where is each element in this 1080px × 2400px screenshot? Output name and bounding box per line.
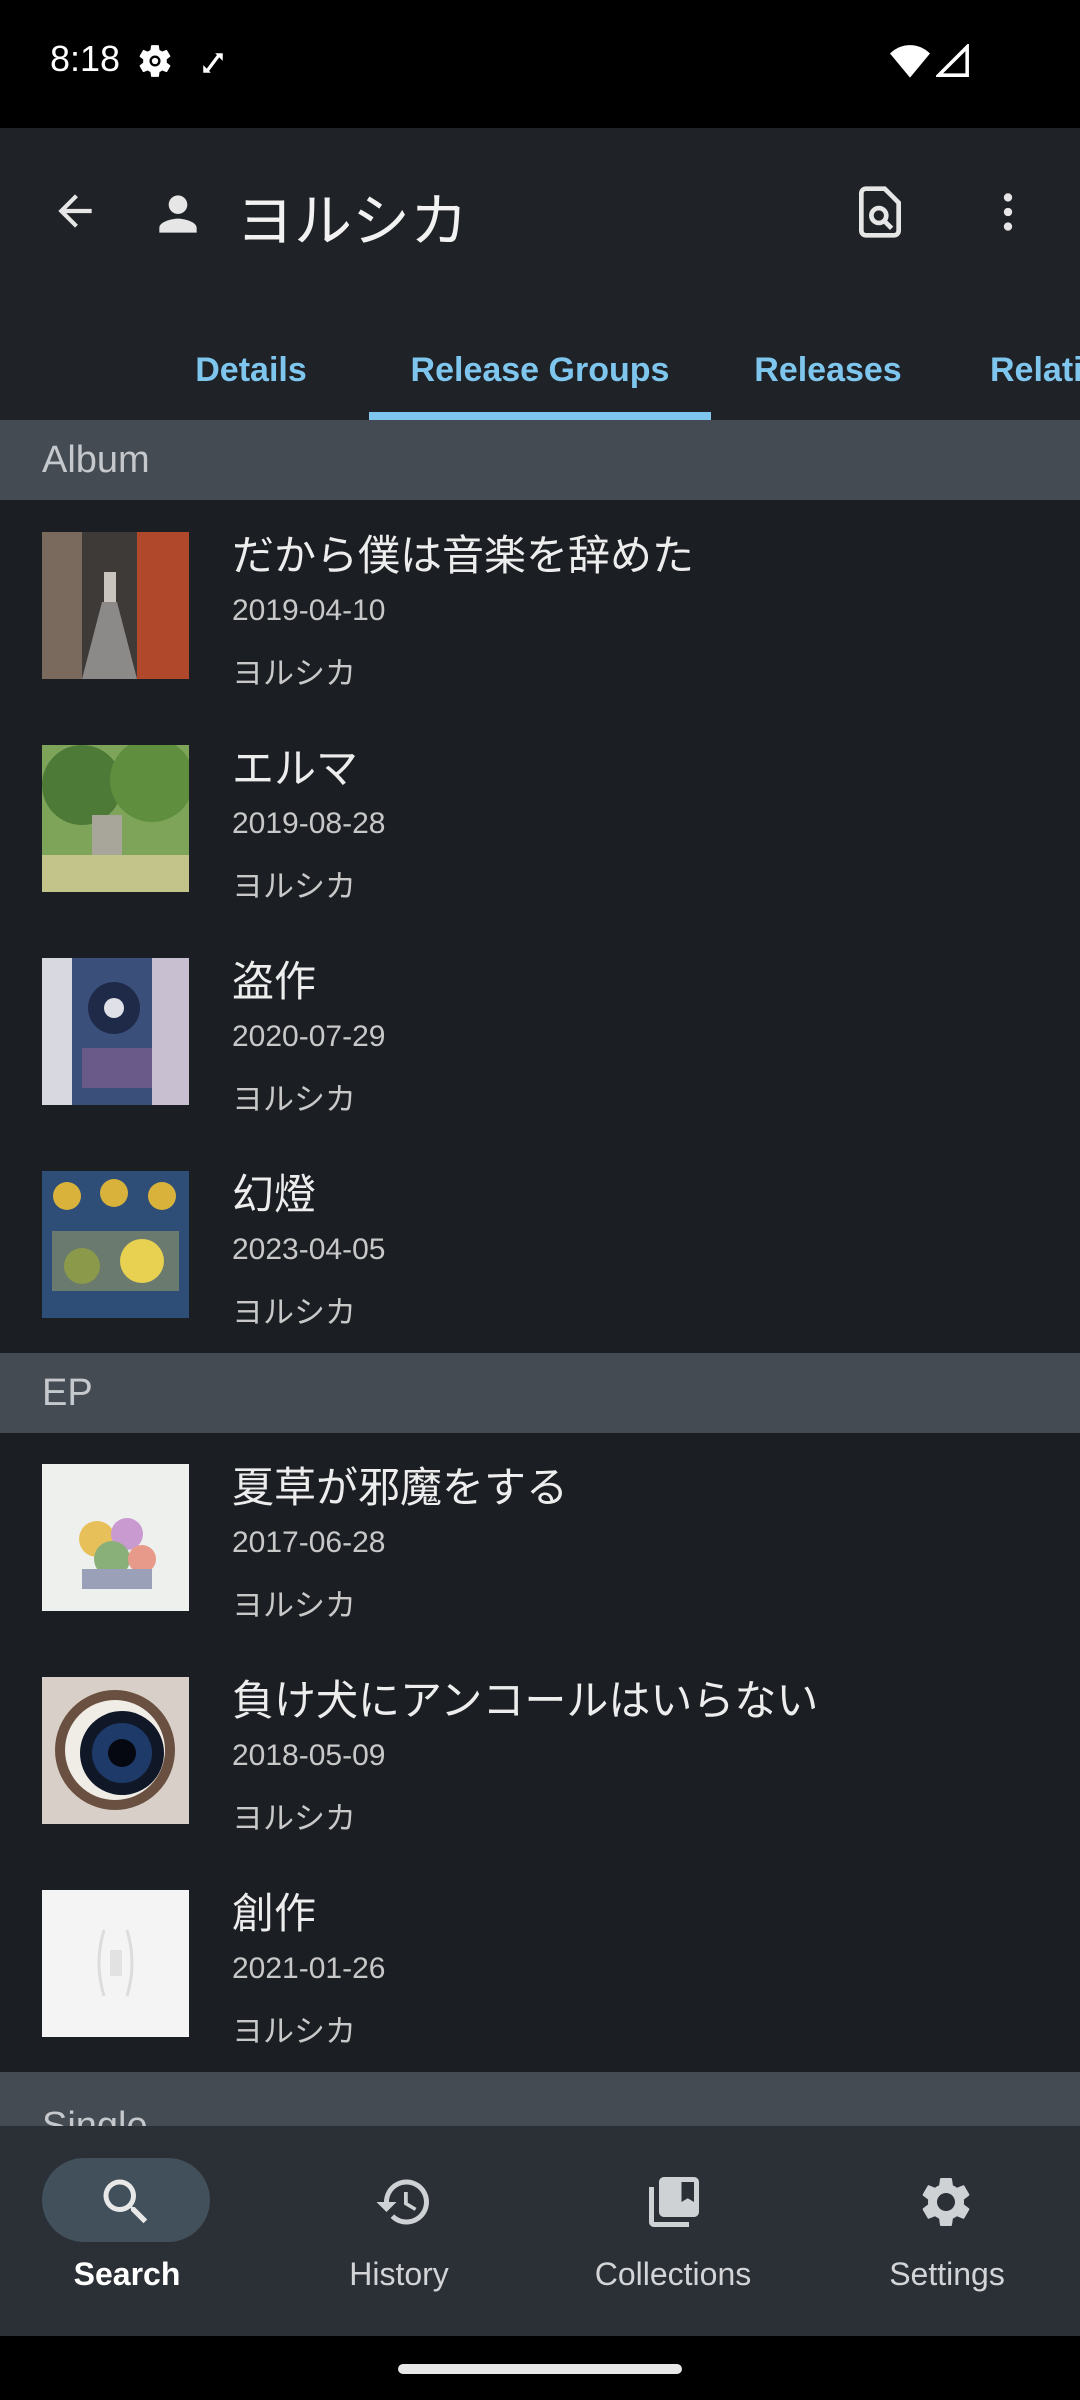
item-date: 2020-07-29 xyxy=(232,1020,386,1053)
item-title: 創作 xyxy=(232,1889,317,1938)
tab-relationships[interactable]: Relati xyxy=(990,320,1080,420)
item-date: 2023-04-05 xyxy=(232,1233,386,1266)
list-item[interactable]: 盗作 2020-07-29 ヨルシカ xyxy=(0,926,1080,1138)
collections-icon xyxy=(649,2177,699,2227)
item-date: 2019-08-28 xyxy=(232,807,386,840)
item-artist: ヨルシカ xyxy=(232,1295,356,1331)
settings-status-icon xyxy=(139,45,171,77)
album-cover-thumbnail xyxy=(42,532,189,679)
item-artist: ヨルシカ xyxy=(232,1801,356,1837)
more-vert-icon xyxy=(1003,193,1013,231)
item-title: 盗作 xyxy=(232,957,317,1006)
item-title: 夏草が邪魔をする xyxy=(232,1463,569,1512)
nav-collections[interactable]: Collections xyxy=(540,2126,810,2336)
item-title: だから僕は音楽を辞めた xyxy=(232,531,695,580)
item-artist: ヨルシカ xyxy=(232,1588,356,1624)
section-header-album: Album xyxy=(0,420,1080,500)
tab-release-groups[interactable]: Release Groups xyxy=(369,320,711,420)
person-icon xyxy=(159,195,197,233)
item-date: 2021-01-26 xyxy=(232,1952,386,1985)
tab-releases[interactable]: Releases xyxy=(738,320,918,420)
list-item[interactable]: 幻燈 2023-04-05 ヨルシカ xyxy=(0,1139,1080,1351)
search-icon xyxy=(103,2179,148,2224)
nav-label: History xyxy=(349,2256,449,2292)
tab-details[interactable]: Details xyxy=(160,320,342,420)
back-button[interactable] xyxy=(42,178,108,244)
nav-label: Collections xyxy=(594,2256,752,2292)
nav-settings[interactable]: Settings xyxy=(810,2126,1080,2336)
album-cover-thumbnail xyxy=(42,958,189,1105)
item-artist: ヨルシカ xyxy=(232,869,356,905)
album-cover-thumbnail xyxy=(42,1171,189,1318)
list-item[interactable]: 夏草が邪魔をする 2017-06-28 ヨルシカ xyxy=(0,1432,1080,1644)
home-gesture-bar[interactable] xyxy=(398,2364,682,2374)
section-header-ep: EP xyxy=(0,1353,1080,1433)
album-cover-thumbnail xyxy=(42,745,189,892)
item-title: エルマ xyxy=(232,744,359,793)
item-date: 2019-04-10 xyxy=(232,594,386,627)
nav-search[interactable]: Search xyxy=(0,2126,270,2336)
item-title: 幻燈 xyxy=(232,1170,317,1219)
item-date: 2017-06-28 xyxy=(232,1526,386,1559)
app-bar: ヨルシカ Details Release Groups Releases Rel… xyxy=(0,128,1080,420)
search-document-button[interactable] xyxy=(848,180,912,244)
bottom-navigation: Search History Collections Settings xyxy=(0,2126,1080,2336)
history-icon xyxy=(376,2179,429,2225)
item-artist: ヨルシカ xyxy=(232,1082,356,1118)
nav-history[interactable]: History xyxy=(270,2126,540,2336)
more-options-button[interactable] xyxy=(978,180,1038,244)
active-tab-indicator xyxy=(369,412,711,420)
nav-label: Settings xyxy=(889,2256,1005,2292)
list-item[interactable]: エルマ 2019-08-28 ヨルシカ xyxy=(0,713,1080,925)
item-artist: ヨルシカ xyxy=(232,656,356,692)
item-date: 2018-05-09 xyxy=(232,1739,386,1772)
list-item[interactable]: 負け犬にアンコールはいらない 2018-05-09 ヨルシカ xyxy=(0,1645,1080,1857)
album-cover-thumbnail xyxy=(42,1890,189,2037)
wifi-icon xyxy=(890,45,930,78)
sync-status-icon xyxy=(203,53,223,73)
signal-icon xyxy=(936,44,969,77)
album-cover-thumbnail xyxy=(42,1464,189,1611)
list-item[interactable]: 創作 2021-01-26 ヨルシカ xyxy=(0,1858,1080,2070)
screen: 8:18 ヨルシカ Details Release Groups Release… xyxy=(0,0,1080,2400)
item-artist: ヨルシカ xyxy=(232,2014,356,2050)
album-cover-thumbnail xyxy=(42,1677,189,1824)
arrow-back-icon xyxy=(58,194,92,228)
item-title: 負け犬にアンコールはいらない xyxy=(232,1676,819,1725)
page-title: ヨルシカ xyxy=(236,187,469,255)
status-time: 8:18 xyxy=(50,38,121,79)
nav-label: Search xyxy=(73,2256,181,2292)
find-in-page-icon xyxy=(859,186,901,238)
list-item[interactable]: だから僕は音楽を辞めた 2019-04-10 ヨルシカ xyxy=(0,500,1080,712)
tab-bar: Details Release Groups Releases Relati xyxy=(0,320,1080,420)
status-bar: 8:18 xyxy=(0,0,1080,128)
settings-icon xyxy=(922,2178,970,2226)
